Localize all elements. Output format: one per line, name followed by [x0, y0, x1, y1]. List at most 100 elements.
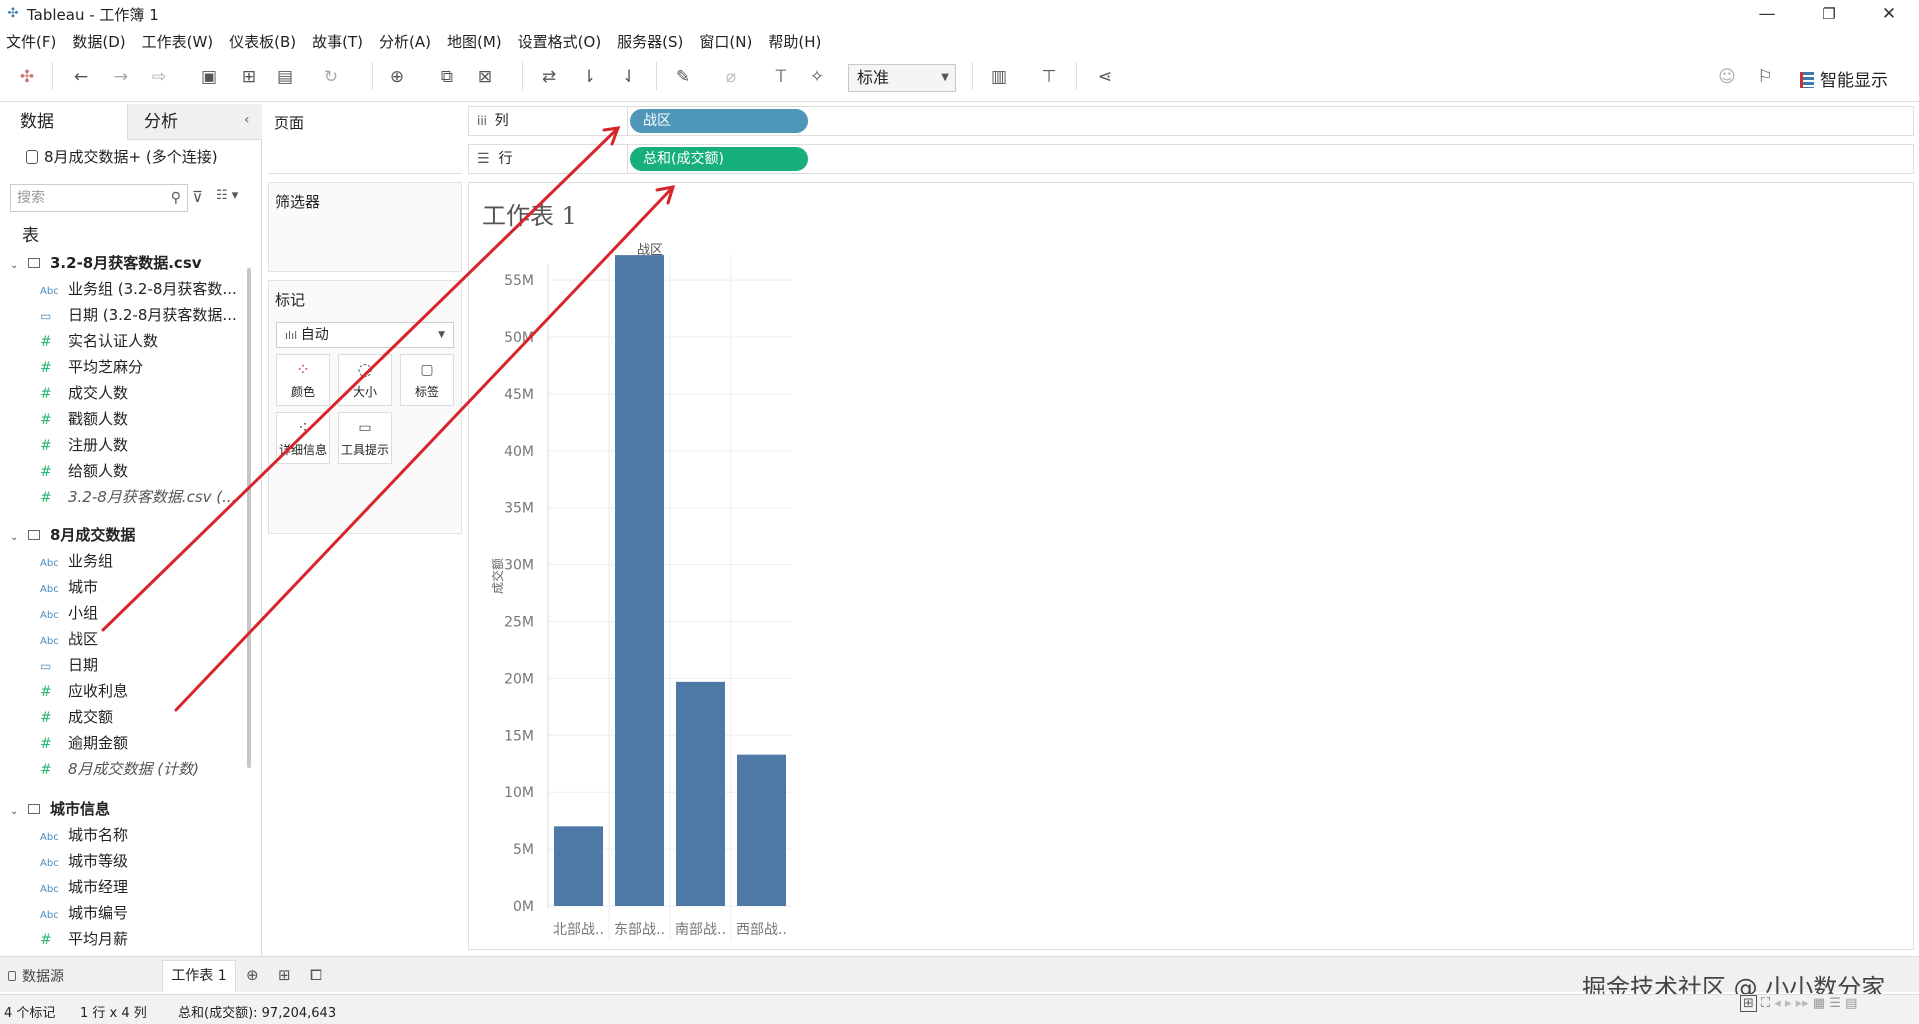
menu-dashboard[interactable]: 仪表板(B): [229, 31, 296, 52]
date-type-icon: ▭: [40, 309, 52, 323]
table-header[interactable]: ⌄ 城市信息: [10, 798, 110, 820]
mark-type-select[interactable]: ılıl 自动 ▼: [276, 322, 454, 348]
color-button[interactable]: ⁘ 颜色: [276, 354, 330, 406]
restore-button[interactable]: ❐: [1806, 0, 1852, 28]
field-item[interactable]: # 成交额: [40, 706, 113, 728]
nav-next-icon[interactable]: ▸▸: [1796, 996, 1809, 1011]
tab-data[interactable]: 数据: [0, 104, 128, 140]
pin-icon[interactable]: ⚐: [1754, 66, 1776, 88]
close-button[interactable]: ✕: [1866, 0, 1912, 28]
new-worksheet-icon[interactable]: ⊕: [386, 66, 408, 88]
filters-shelf[interactable]: 筛选器: [268, 182, 462, 272]
sheet-tab[interactable]: 工作表 1: [162, 960, 236, 992]
field-item[interactable]: Abc 业务组: [40, 550, 113, 572]
refresh-icon[interactable]: ↻: [320, 66, 342, 88]
table-header[interactable]: ⌄ 3.2-8月获客数据.csv: [10, 252, 202, 274]
field-item[interactable]: # 实名认证人数: [40, 330, 158, 352]
field-item[interactable]: # 平均芝麻分: [40, 356, 143, 378]
field-item[interactable]: Abc 城市: [40, 576, 98, 598]
search-input[interactable]: 搜索 ⚲: [10, 184, 188, 212]
tooltip-button[interactable]: ▭ 工具提示: [338, 412, 392, 464]
redo-icon[interactable]: →: [110, 66, 132, 88]
grid-icon[interactable]: ▦: [1813, 996, 1825, 1011]
menu-window[interactable]: 窗口(N): [699, 31, 752, 52]
field-item[interactable]: # 逾期金额: [40, 732, 128, 754]
fit-select[interactable]: 标准 ▼: [848, 64, 956, 92]
field-item[interactable]: # 成交人数: [40, 382, 128, 404]
show-labels-icon[interactable]: T: [770, 66, 792, 88]
menu-analysis[interactable]: 分析(A): [379, 31, 431, 52]
field-item[interactable]: Abc 业务组 (3.2-8月获客数...: [40, 278, 237, 300]
filter-icon[interactable]: ⊽: [192, 188, 203, 206]
table-header[interactable]: ⌄ 8月成交数据: [10, 524, 135, 546]
presentation-mode-icon[interactable]: ⊤: [1038, 66, 1060, 88]
smart-show-button[interactable]: 智能显示: [1800, 66, 1888, 91]
new-datasource-icon[interactable]: ⊞: [238, 66, 260, 88]
label-button[interactable]: ▢ 标签: [400, 354, 454, 406]
new-worksheet-icon[interactable]: ⊕: [246, 966, 259, 984]
list-icon[interactable]: ☰: [1829, 996, 1841, 1011]
sheet-title[interactable]: 工作表 1: [482, 196, 577, 231]
menu-data[interactable]: 数据(D): [72, 31, 125, 52]
columns-pill[interactable]: 战区: [630, 109, 808, 133]
nav-first-icon[interactable]: ◂: [1774, 996, 1781, 1011]
group-icon[interactable]: ⌀: [720, 66, 742, 88]
field-item[interactable]: # 给额人数: [40, 460, 128, 482]
field-item[interactable]: # 戳额人数: [40, 408, 128, 430]
pause-updates-icon[interactable]: ▤: [274, 66, 296, 88]
field-item[interactable]: #8月成交数据 (计数): [40, 758, 199, 780]
menu-server[interactable]: 服务器(S): [617, 31, 683, 52]
new-dashboard-icon[interactable]: ⊞: [278, 966, 291, 984]
duplicate-sheet-icon[interactable]: ⧉: [436, 66, 458, 88]
collapse-pane-icon[interactable]: ‹: [244, 112, 250, 128]
size-button[interactable]: ◌ 大小: [338, 354, 392, 406]
field-item[interactable]: ▭ 日期: [40, 654, 98, 676]
field-item[interactable]: Abc 小组: [40, 602, 98, 624]
film-icon[interactable]: ▤: [1845, 996, 1857, 1011]
share-icon[interactable]: ⋖: [1094, 66, 1116, 88]
ask-data-icon[interactable]: ☺: [1716, 66, 1738, 88]
rows-pill[interactable]: 总和(成交额): [630, 147, 808, 171]
menu-story[interactable]: 故事(T): [312, 31, 363, 52]
sort-asc-icon[interactable]: ⇂: [578, 66, 600, 88]
nav-prev-icon[interactable]: ▸: [1785, 996, 1792, 1011]
menu-format[interactable]: 设置格式(O): [518, 31, 602, 52]
field-item[interactable]: Abc 城市编号: [40, 902, 128, 924]
undo-icon[interactable]: ←: [70, 66, 92, 88]
save-icon[interactable]: ▣: [198, 66, 220, 88]
swap-icon[interactable]: ⇄: [538, 66, 560, 88]
new-story-icon[interactable]: ⧠: [310, 966, 322, 984]
field-item[interactable]: Abc 城市等级: [40, 850, 128, 872]
fix-axes-icon[interactable]: ✧: [806, 66, 828, 88]
menu-map[interactable]: 地图(M): [447, 31, 502, 52]
field-item[interactable]: Abc 战区: [40, 628, 98, 650]
field-item[interactable]: # 平均月薪: [40, 928, 128, 950]
menu-worksheet[interactable]: 工作表(W): [142, 31, 214, 52]
view-options-icon[interactable]: ☷ ▾: [216, 188, 238, 203]
minimize-button[interactable]: —: [1744, 0, 1790, 28]
status-view-icons[interactable]: ⊞ ⛶ ◂ ▸ ▸▸ ▦ ☰ ▤: [1740, 995, 1857, 1012]
show-cards-icon[interactable]: ▥: [988, 66, 1010, 88]
replay-icon[interactable]: ⇨: [148, 66, 170, 88]
highlight-icon[interactable]: ✎: [672, 66, 694, 88]
fit-icon[interactable]: ⛶: [1761, 996, 1770, 1011]
tab-analysis[interactable]: 分析: [128, 104, 262, 140]
field-item[interactable]: # 注册人数: [40, 434, 128, 456]
tableau-home-icon[interactable]: ✣: [16, 66, 38, 88]
clear-sheet-icon[interactable]: ⊠: [474, 66, 496, 88]
field-item[interactable]: Abc 城市名称: [40, 824, 128, 846]
sort-desc-icon[interactable]: ⇃: [618, 66, 640, 88]
pages-shelf[interactable]: 页面: [268, 104, 462, 174]
menu-file[interactable]: 文件(F): [6, 31, 56, 52]
datasource-tab[interactable]: 数据源: [8, 966, 64, 986]
field-item[interactable]: #3.2-8月获客数据.csv (...: [40, 486, 236, 508]
grid-view-icon[interactable]: ⊞: [1740, 995, 1757, 1012]
field-item[interactable]: ▭ 日期 (3.2-8月获客数据...: [40, 304, 237, 326]
field-item[interactable]: Abc 城市经理: [40, 876, 128, 898]
scrollbar[interactable]: [247, 268, 251, 768]
datasource-connection[interactable]: 8月成交数据+ (多个连接): [26, 146, 218, 167]
bar-chart[interactable]: 战区0M5M10M15M20M25M30M35M40M45M50M55M成交额北…: [480, 234, 820, 940]
menu-help[interactable]: 帮助(H): [768, 31, 821, 52]
field-item[interactable]: # 应收利息: [40, 680, 128, 702]
detail-button[interactable]: ⁖ 详细信息: [276, 412, 330, 464]
